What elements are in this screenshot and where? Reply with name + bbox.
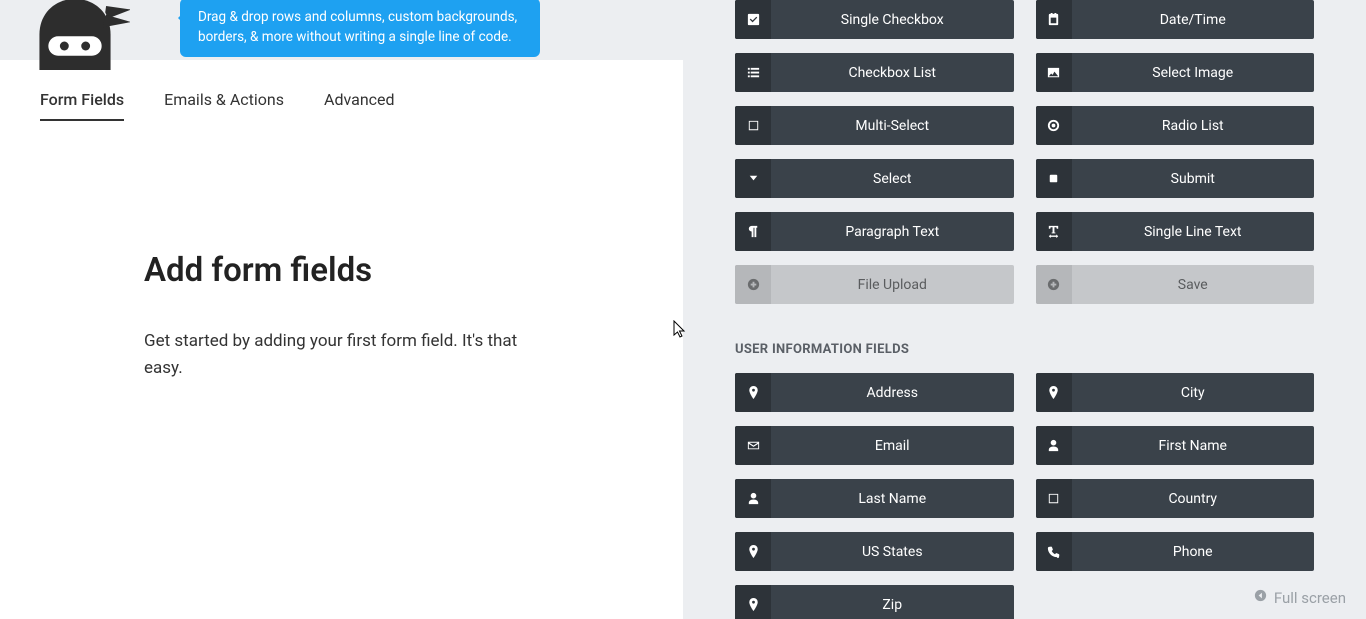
user-info-section-header: USER INFORMATION FIELDS xyxy=(735,342,1314,357)
page-title: Add form fields xyxy=(144,251,560,290)
field-country[interactable]: Country xyxy=(1036,479,1315,518)
field-phone[interactable]: Phone xyxy=(1036,532,1315,571)
field-save: Save xyxy=(1036,265,1315,304)
map-pin-icon xyxy=(1036,373,1072,412)
content-area: Add form fields Get started by adding yo… xyxy=(0,121,560,382)
tooltip-bubble: Drag & drop rows and columns, custom bac… xyxy=(180,0,540,57)
field-label: File Upload xyxy=(771,265,1014,304)
field-label: Date/Time xyxy=(1072,0,1315,39)
square-o-icon xyxy=(735,106,771,145)
field-multi-select[interactable]: Multi-Select xyxy=(735,106,1014,145)
field-radio-list[interactable]: Radio List xyxy=(1036,106,1315,145)
field-label: Country xyxy=(1072,479,1315,518)
arrow-left-circle-icon xyxy=(1253,588,1268,607)
field-label: Email xyxy=(771,426,1014,465)
user-icon xyxy=(1036,426,1072,465)
field-label: First Name xyxy=(1072,426,1315,465)
field-label: Select xyxy=(771,159,1014,198)
text-width-icon xyxy=(1036,212,1072,251)
plus-circle-icon xyxy=(1036,265,1072,304)
common-fields-grid: Single Checkbox Date/Time Checkbox List Sel… xyxy=(735,0,1314,304)
field-select-image[interactable]: Select Image xyxy=(1036,53,1315,92)
field-label: Save xyxy=(1072,265,1315,304)
dot-circle-icon xyxy=(1036,106,1072,145)
field-label: City xyxy=(1072,373,1315,412)
field-label: US States xyxy=(771,532,1014,571)
field-email[interactable]: Email xyxy=(735,426,1014,465)
paragraph-icon xyxy=(735,212,771,251)
field-submit[interactable]: Submit xyxy=(1036,159,1315,198)
field-single-checkbox[interactable]: Single Checkbox xyxy=(735,0,1014,39)
field-label: Single Line Text xyxy=(1072,212,1315,251)
field-first-name[interactable]: First Name xyxy=(1036,426,1315,465)
field-city[interactable]: City xyxy=(1036,373,1315,412)
field-label: Phone xyxy=(1072,532,1315,571)
left-panel: Drag & drop rows and columns, custom bac… xyxy=(0,0,683,619)
user-icon xyxy=(735,479,771,518)
field-zip[interactable]: Zip xyxy=(735,585,1014,619)
map-pin-icon xyxy=(735,585,771,619)
calendar-icon xyxy=(1036,0,1072,39)
field-label: Paragraph Text xyxy=(771,212,1014,251)
image-icon xyxy=(1036,53,1072,92)
field-last-name[interactable]: Last Name xyxy=(735,479,1014,518)
user-fields-grid: Address City Email First Name Last Name Count… xyxy=(735,373,1314,619)
fullscreen-label: Full screen xyxy=(1274,589,1346,607)
field-label: Zip xyxy=(771,585,1014,619)
plus-circle-icon xyxy=(735,265,771,304)
field-select[interactable]: Select xyxy=(735,159,1014,198)
square-icon xyxy=(1036,159,1072,198)
field-label: Checkbox List xyxy=(771,53,1014,92)
field-label: Address xyxy=(771,373,1014,412)
field-us-states[interactable]: US States xyxy=(735,532,1014,571)
map-pin-icon xyxy=(735,532,771,571)
field-file-upload: File Upload xyxy=(735,265,1014,304)
field-label: Multi-Select xyxy=(771,106,1014,145)
field-address[interactable]: Address xyxy=(735,373,1014,412)
right-panel: Single Checkbox Date/Time Checkbox List Sel… xyxy=(683,0,1366,619)
envelope-icon xyxy=(735,426,771,465)
ninja-logo xyxy=(20,0,130,70)
tab-emails-actions[interactable]: Emails & Actions xyxy=(164,90,284,121)
field-label: Radio List xyxy=(1072,106,1315,145)
field-label: Last Name xyxy=(771,479,1014,518)
field-checkbox-list[interactable]: Checkbox List xyxy=(735,53,1014,92)
list-ul-icon xyxy=(735,53,771,92)
square-o-icon xyxy=(1036,479,1072,518)
fullscreen-button[interactable]: Full screen xyxy=(1253,588,1346,607)
field-label: Single Checkbox xyxy=(771,0,1014,39)
map-pin-icon xyxy=(735,373,771,412)
field-label: Submit xyxy=(1072,159,1315,198)
page-description: Get started by adding your first form fi… xyxy=(144,328,544,382)
phone-icon xyxy=(1036,532,1072,571)
field-date-time[interactable]: Date/Time xyxy=(1036,0,1315,39)
chevron-down-icon xyxy=(735,159,771,198)
tab-advanced[interactable]: Advanced xyxy=(324,90,395,121)
check-square-icon xyxy=(735,0,771,39)
field-single-line-text[interactable]: Single Line Text xyxy=(1036,212,1315,251)
header-area: Drag & drop rows and columns, custom bac… xyxy=(0,0,683,60)
field-label: Select Image xyxy=(1072,53,1315,92)
field-paragraph-text[interactable]: Paragraph Text xyxy=(735,212,1014,251)
tab-form-fields[interactable]: Form Fields xyxy=(40,90,124,121)
